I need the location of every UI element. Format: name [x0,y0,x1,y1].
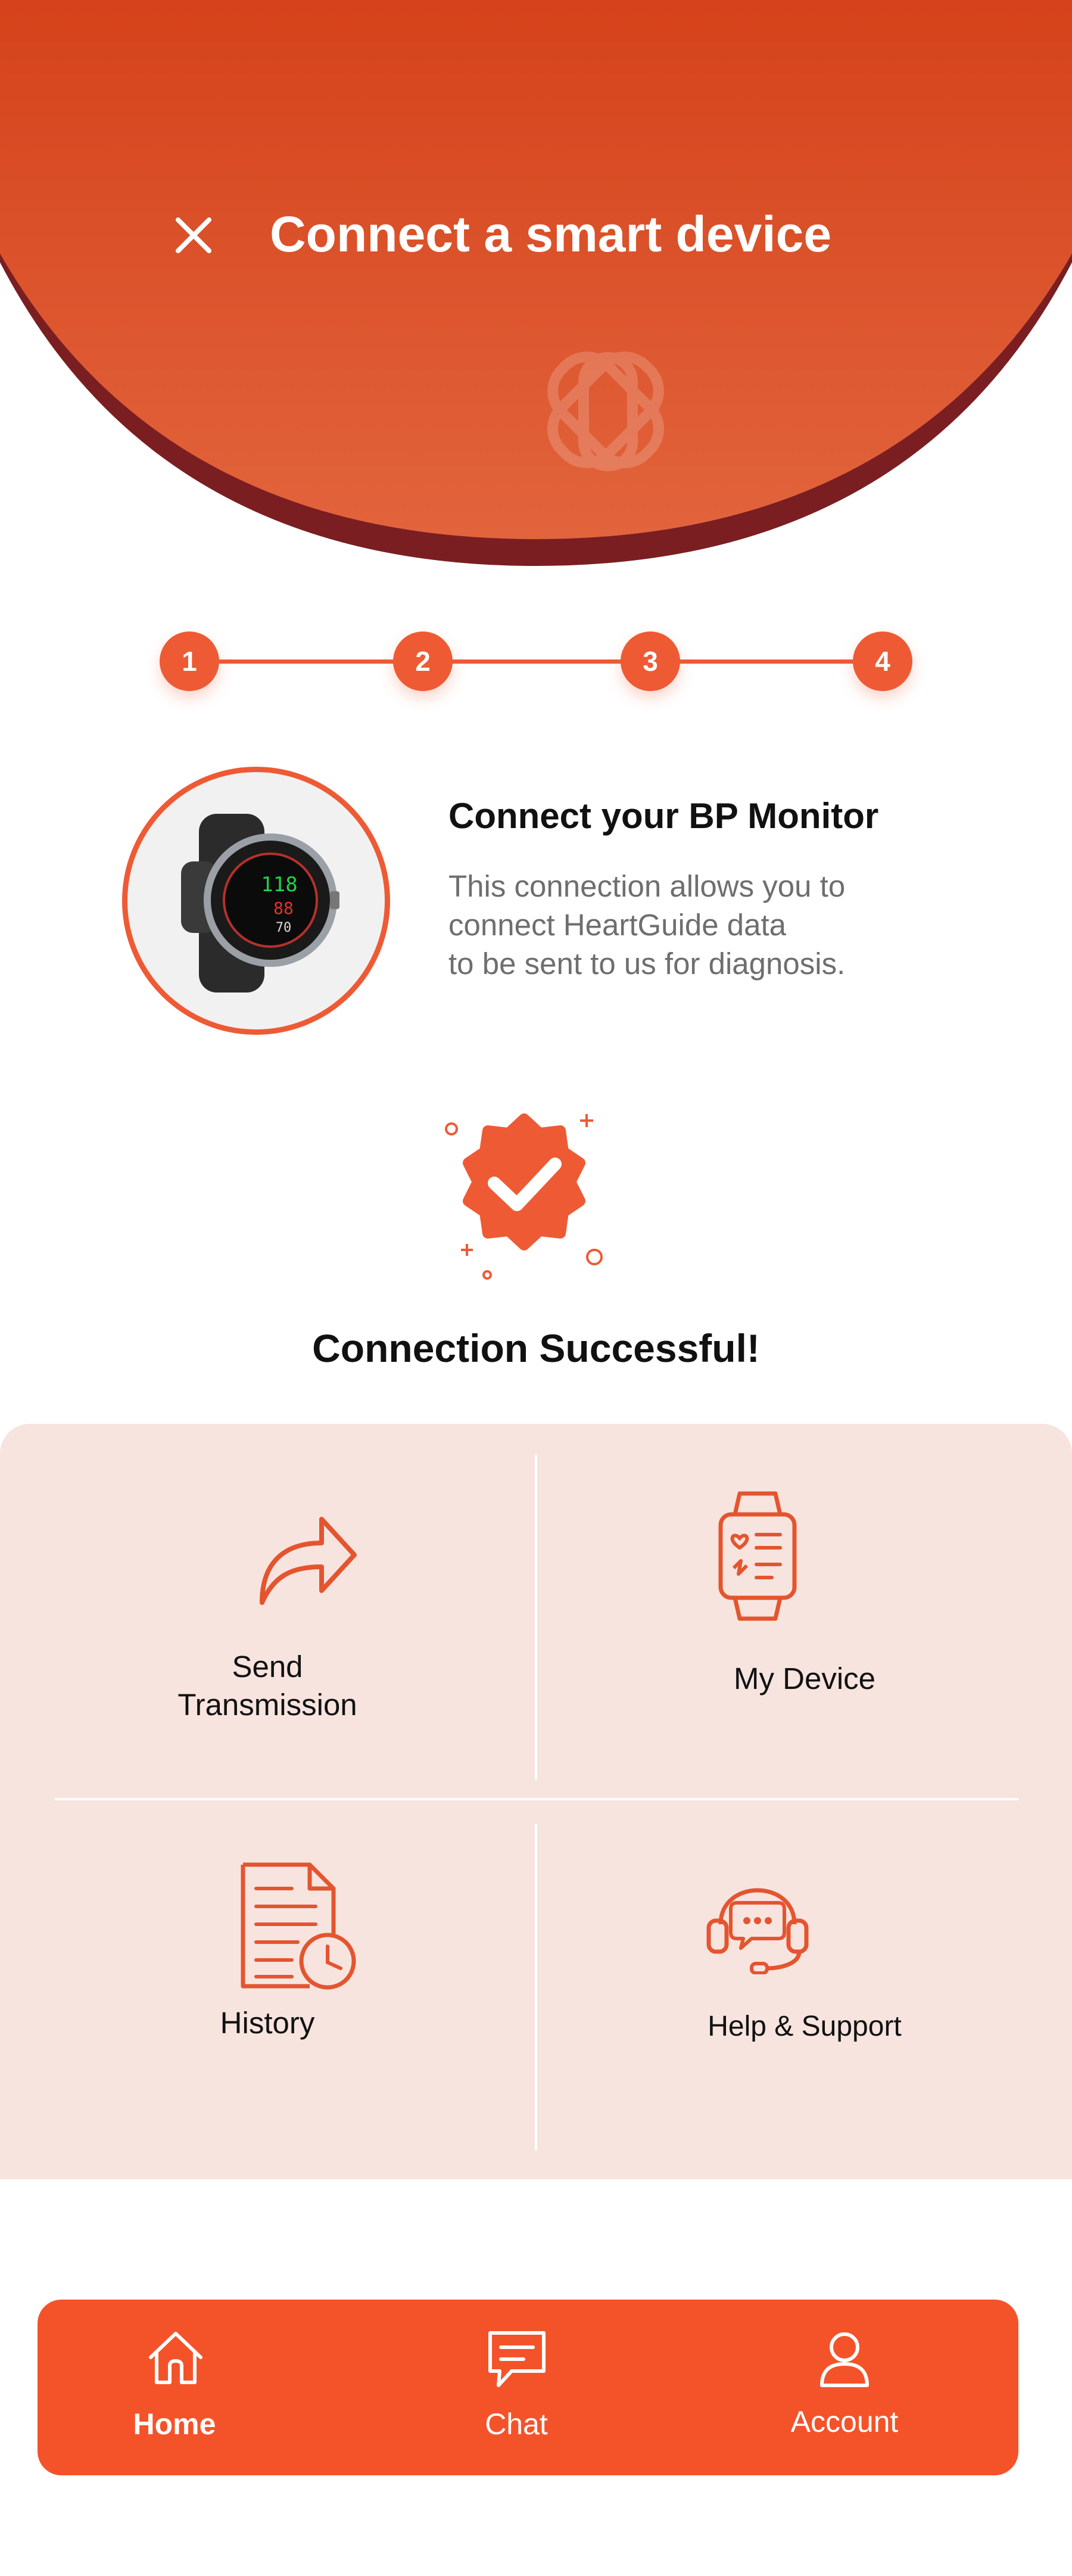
nav-account[interactable]: Account [755,2300,934,2475]
stepper-line [191,659,881,664]
watch-reading-pulse: 70 [276,920,292,935]
nav-home-label: Home [133,2407,216,2441]
device-description-line: connect HeartGuide data [448,908,787,942]
page-title: Connect a smart device [270,206,832,262]
nav-account-label: Account [790,2405,899,2438]
step-3: 3 [621,631,680,691]
device-description: This connection allows you to connect He… [448,867,937,983]
history-button[interactable]: History [0,1800,535,2179]
smartwatch-icon [718,1491,797,1621]
step-1: 1 [160,631,219,691]
home-icon [149,2332,202,2384]
device-description-line: This connection allows you to [448,869,846,903]
tile-label: My Device [733,1662,876,1695]
chat-icon [488,2331,546,2387]
bottom-navigation: Home Chat Account [38,2300,1018,2475]
tile-label: History [220,2006,315,2040]
smartwatch-image: 118 88 70 [181,814,339,993]
step-4: 4 [853,631,912,691]
watch-reading-sys: 118 [261,873,297,897]
watch-reading-dia: 88 [273,898,294,918]
check-badge-icon [429,1102,619,1281]
tile-label: Help & Support [708,2011,902,2042]
device-image: 118 88 70 [122,767,390,1035]
send-transmission-button[interactable]: Send Transmission [0,1424,535,1798]
nav-chat-label: Chat [485,2407,548,2441]
document-clock-icon [241,1862,356,1990]
header-background [0,0,1072,566]
nav-chat[interactable]: Chat [427,2300,606,2475]
help-support-button[interactable]: Help & Support [537,1800,1072,2179]
headset-chat-icon [706,1888,809,1974]
tile-label-line: Transmission [177,1688,357,1722]
nav-home[interactable]: Home [85,2300,264,2475]
close-button[interactable] [170,211,217,259]
header: Connect a smart device [0,0,1072,572]
tile-label-line: Send [232,1650,303,1684]
my-device-button[interactable]: My Device [537,1424,1072,1798]
tile-label: Send Transmission [0,1648,535,1724]
user-icon [820,2332,869,2387]
action-grid: Send Transmission My Device History Help… [0,1424,1072,2179]
device-title: Connect your BP Monitor [448,796,879,836]
device-description-line: to be sent to us for diagnosis. [448,947,846,981]
connection-status-text: Connection Successful! [312,1326,760,1370]
share-arrow-icon [260,1517,357,1605]
step-2: 2 [393,631,453,691]
close-icon [176,217,211,253]
progress-stepper: 1 2 3 4 [0,626,1072,697]
